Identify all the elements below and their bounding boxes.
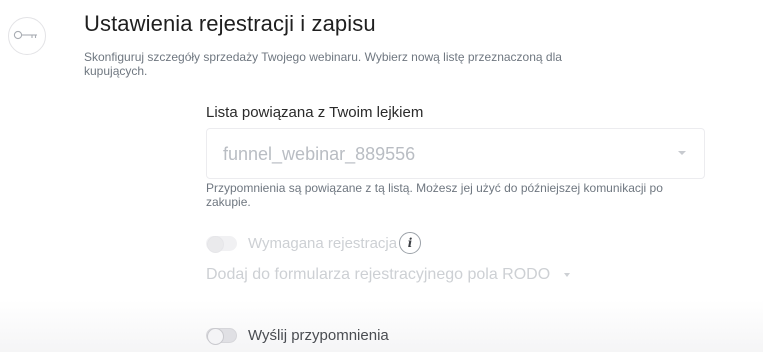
page-title: Ustawienia rejestracji i zapisu bbox=[84, 11, 376, 36]
registration-required-label: Wymagana rejestracja bbox=[248, 235, 398, 252]
info-icon[interactable]: i bbox=[399, 232, 421, 254]
settings-page: Ustawienia rejestracji i zapisu Skonfigu… bbox=[0, 0, 763, 352]
add-rodo-fields-link[interactable]: Dodaj do formularza rejestracyjnego pola… bbox=[206, 266, 550, 284]
list-select-value: funnel_webinar_889556 bbox=[223, 144, 416, 164]
toggle-knob bbox=[207, 236, 224, 253]
send-reminders-toggle[interactable] bbox=[206, 328, 237, 345]
send-reminders-label: Wyślij przypomnienia bbox=[248, 327, 389, 344]
chevron-down-icon bbox=[678, 151, 686, 155]
registration-required-toggle[interactable] bbox=[206, 236, 237, 253]
key-icon bbox=[8, 17, 46, 55]
list-select[interactable]: funnel_webinar_889556 bbox=[206, 128, 705, 179]
list-helper-text: Przypomnienia są powiązane z tą listą. M… bbox=[206, 181, 663, 209]
list-field-label: Lista powiązana z Twoim lejkiem bbox=[206, 104, 424, 121]
caret-down-icon bbox=[564, 273, 570, 277]
toggle-knob bbox=[207, 328, 224, 345]
page-subtitle: Skonfiguruj szczegóły sprzedaży Twojego … bbox=[84, 50, 562, 78]
